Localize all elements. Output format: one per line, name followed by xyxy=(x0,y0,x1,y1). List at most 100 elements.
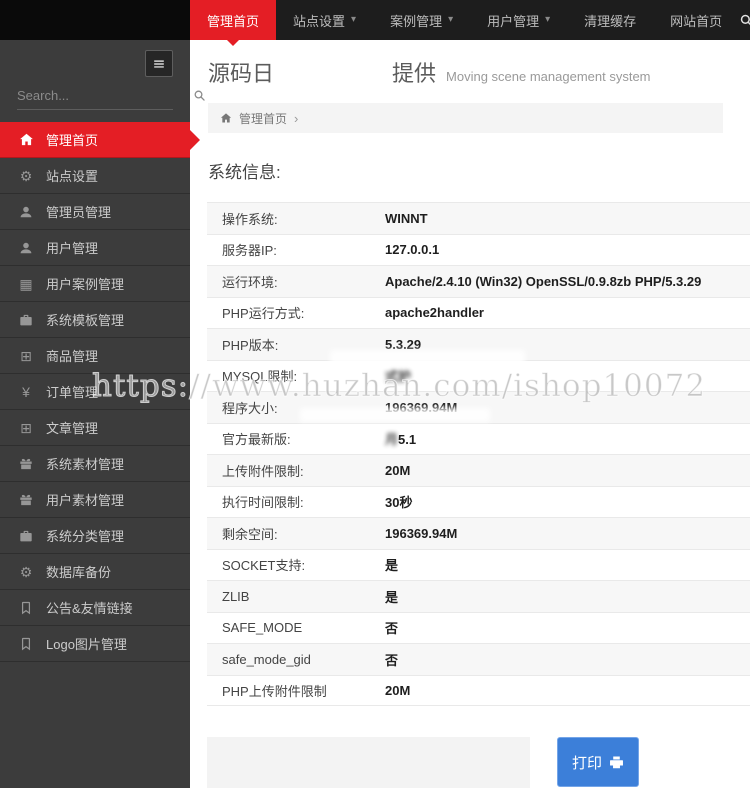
user-icon xyxy=(18,205,34,219)
cogs-icon: ⚙ xyxy=(19,563,33,580)
sidebar-item-user-case-management[interactable]: ▦ 用户案例管理 xyxy=(0,266,190,302)
sidebar-item-announcement-links[interactable]: 公告&友情链接 xyxy=(0,590,190,626)
section-title: 系统信息: xyxy=(208,163,281,182)
sidebar-toggle-button[interactable] xyxy=(145,50,173,77)
yen-icon: ¥ xyxy=(22,383,30,400)
table-row: PHP运行方式: apache2handler xyxy=(207,296,750,329)
plus-square-icon: ⊞ xyxy=(20,347,32,364)
sidebar-item-database-backup[interactable]: ⚙ 数据库备份 xyxy=(0,554,190,590)
page-title-prefix: 源码日 xyxy=(208,61,275,86)
info-value: 否 xyxy=(385,652,399,668)
sidebar-item-template-management[interactable]: 系统模板管理 xyxy=(0,302,190,338)
table-row: PHP版本: 5.3.29 xyxy=(207,328,750,360)
info-label: 剩余空间: xyxy=(222,526,278,542)
system-info-table: 操作系统: WINNT 服务器IP: 127.0.0.1 运行环境: Apach… xyxy=(207,202,750,706)
topnav-item-user-management[interactable]: 用户管理 ▾ xyxy=(470,0,567,40)
sidebar-item-user-management[interactable]: 用户管理 xyxy=(0,230,190,266)
sidebar-item-product-management[interactable]: ⊞ 商品管理 xyxy=(0,338,190,374)
topnav-item-admin-home[interactable]: 管理首页 xyxy=(190,0,277,40)
info-value-censored: 式护 xyxy=(385,369,412,385)
sidebar-item-admin-management[interactable]: 管理员管理 xyxy=(0,194,190,230)
table-row: 剩余空间: 196369.94M xyxy=(207,517,750,549)
censored-fragment: 月 xyxy=(385,432,399,448)
info-value: apache2handler xyxy=(385,305,484,321)
sidebar-item-label: 管理首页 xyxy=(46,133,99,148)
table-row: safe_mode_gid 否 xyxy=(207,643,750,675)
topnav-label: 网站首页 xyxy=(670,13,723,29)
table-row: 运行环境: Apache/2.4.10 (Win32) OpenSSL/0.9.… xyxy=(207,265,750,297)
footer-panel xyxy=(207,737,530,788)
page-title-suffix: 提供 xyxy=(392,61,437,86)
info-label: PHP上传附件限制 xyxy=(222,683,327,699)
sidebar-item-order-management[interactable]: ¥ 订单管理 xyxy=(0,374,190,410)
sidebar-item-site-settings[interactable]: ⚙ 站点设置 xyxy=(0,158,190,194)
info-value: WINNT xyxy=(385,210,428,226)
sidebar-item-admin-home[interactable]: 管理首页 xyxy=(0,122,190,158)
sidebar: 管理首页 ⚙ 站点设置 管理员管理 用户管理 ▦ 用户案例管理 系统模板管理 ⊞… xyxy=(0,40,190,788)
gift-icon xyxy=(18,457,34,471)
chevron-right-icon: › xyxy=(294,110,299,126)
sidebar-item-label: 站点设置 xyxy=(46,169,99,184)
info-value: Apache/2.4.10 (Win32) OpenSSL/0.9.8zb PH… xyxy=(385,273,702,289)
info-label: safe_mode_gid xyxy=(222,651,311,667)
bookmark-icon xyxy=(18,601,34,615)
info-label: 运行环境: xyxy=(222,274,278,290)
chevron-down-icon: ▾ xyxy=(448,14,454,25)
sidebar-item-system-material[interactable]: 系统素材管理 xyxy=(0,446,190,482)
user-icon xyxy=(18,241,34,255)
info-label: 执行时间限制: xyxy=(222,495,304,511)
info-label: 程序大小: xyxy=(222,400,278,416)
info-label: SOCKET支持: xyxy=(222,558,306,574)
sidebar-item-label: 管理员管理 xyxy=(46,205,112,220)
info-value: 是 xyxy=(385,589,399,605)
table-row: 操作系统: WINNT xyxy=(207,202,750,234)
topnav-item-clear-cache[interactable]: 清理缓存 xyxy=(567,0,653,40)
topnav-item-site-home[interactable]: 网站首页 xyxy=(653,0,739,40)
search-icon xyxy=(739,13,750,28)
print-button-label: 打印 xyxy=(571,754,602,772)
sidebar-item-user-material[interactable]: 用户素材管理 xyxy=(0,482,190,518)
info-label: 服务器IP: xyxy=(222,243,277,259)
sidebar-item-label: 用户素材管理 xyxy=(46,493,125,508)
table-row: SAFE_MODE 否 xyxy=(207,611,750,644)
sidebar-search xyxy=(17,86,173,110)
info-value: 30秒 xyxy=(385,495,413,511)
topnav-item-case-management[interactable]: 案例管理 ▾ xyxy=(373,0,470,40)
chevron-down-icon: ▾ xyxy=(351,14,357,25)
info-label: 上传附件限制: xyxy=(222,463,304,479)
briefcase-icon xyxy=(18,313,34,327)
search-icon[interactable] xyxy=(193,89,206,102)
top-navbar: 管理首页 站点设置 ▾ 案例管理 ▾ 用户管理 ▾ 清理缓存 网站首页 xyxy=(0,0,750,40)
info-value: 5.3.29 xyxy=(385,336,422,352)
sidebar-item-category-management[interactable]: 系统分类管理 xyxy=(0,518,190,554)
table-row: ZLIB 是 xyxy=(207,580,750,612)
sidebar-item-label: Logo图片管理 xyxy=(46,637,127,652)
sidebar-search-input[interactable] xyxy=(17,86,193,105)
sidebar-menu: 管理首页 ⚙ 站点设置 管理员管理 用户管理 ▦ 用户案例管理 系统模板管理 ⊞… xyxy=(0,122,190,662)
sidebar-item-label: 商品管理 xyxy=(46,349,99,364)
info-value: 20M xyxy=(385,462,411,478)
topnav-label: 管理首页 xyxy=(207,13,260,29)
sidebar-item-logo-management[interactable]: Logo图片管理 xyxy=(0,626,190,662)
home-icon xyxy=(18,132,34,147)
table-row: PHP上传附件限制 20M xyxy=(207,674,750,706)
hamburger-icon xyxy=(152,57,166,71)
breadcrumb: 管理首页 › xyxy=(208,103,723,133)
bookmark-icon xyxy=(18,637,34,651)
topnav-item-site-settings[interactable]: 站点设置 ▾ xyxy=(276,0,373,40)
topnav-label: 站点设置 xyxy=(293,13,346,29)
info-label: MYSQL限制: xyxy=(222,369,298,385)
print-button[interactable]: 打印 xyxy=(557,737,639,787)
gift-icon xyxy=(18,493,34,507)
sidebar-item-label: 公告&友情链接 xyxy=(46,601,133,616)
info-label: SAFE_MODE xyxy=(222,620,303,636)
info-label: ZLIB xyxy=(222,588,250,604)
navbar-search-button[interactable] xyxy=(739,0,750,40)
page-subtitle: Moving scene management system xyxy=(446,69,651,84)
breadcrumb-home-link[interactable]: 管理首页 xyxy=(239,110,287,127)
info-label: PHP运行方式: xyxy=(222,306,305,322)
sidebar-item-label: 系统模板管理 xyxy=(46,313,125,328)
sidebar-item-label: 系统分类管理 xyxy=(46,529,125,544)
sidebar-item-article-management[interactable]: ⊞ 文章管理 xyxy=(0,410,190,446)
table-row: 服务器IP: 127.0.0.1 xyxy=(207,233,750,266)
